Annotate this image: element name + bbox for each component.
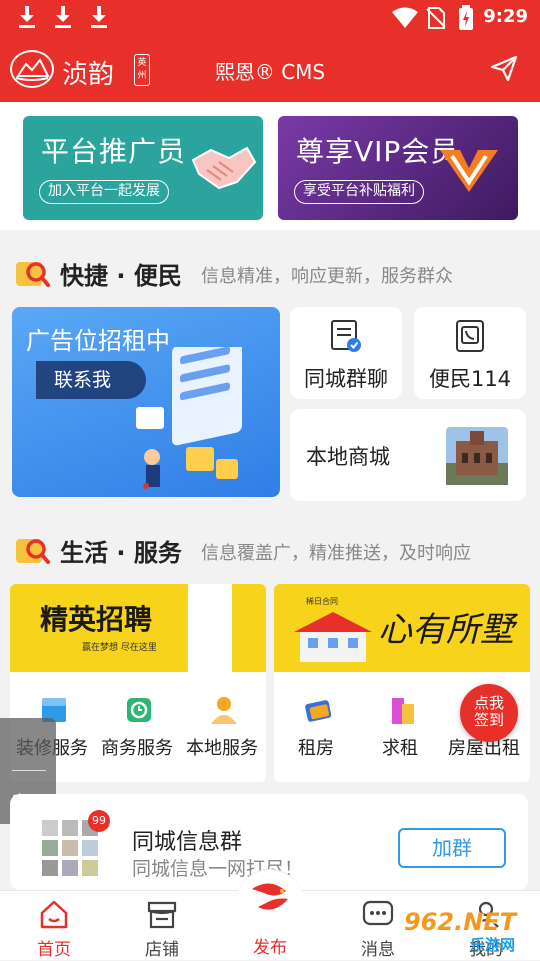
promo-banners: 平台推广员 加入平台一起发展 尊享VIP会员 享受平台补贴福利	[0, 102, 540, 230]
section-life-subtitle: 信息覆盖广，精准推送，及时响应	[201, 543, 471, 564]
user-icon	[473, 901, 499, 928]
status-time: 9:29	[483, 6, 528, 27]
checkin-button[interactable]: 点我 签到	[460, 684, 518, 742]
tab-publish[interactable]: 发布	[216, 869, 324, 961]
unread-badge: 99	[88, 810, 110, 832]
download-icon	[54, 6, 72, 28]
recruit-banner[interactable]: 精英招聘 赢在梦想 尽在这里	[10, 584, 188, 672]
villa-title: 心有所墅	[378, 610, 514, 650]
section-quick-title: 快捷 · 便民	[60, 262, 182, 290]
battery-icon	[459, 5, 473, 30]
phone-book-icon	[456, 320, 484, 352]
vip-v-icon	[440, 150, 498, 192]
download-icon	[90, 6, 108, 28]
carousel-dot	[143, 483, 149, 489]
store-icon	[147, 901, 177, 929]
service-rent[interactable]: 租房	[274, 690, 358, 762]
vip-cta[interactable]: 享受平台补贴福利	[294, 180, 424, 204]
no-sim-icon	[426, 7, 446, 29]
group-card-title: 同城信息群	[132, 830, 243, 855]
service-local[interactable]: 本地服务	[180, 690, 264, 762]
service-seek-rent[interactable]: 求租	[358, 690, 442, 762]
shop-photo	[446, 427, 508, 485]
wifi-icon	[392, 7, 418, 28]
tab-home[interactable]: 首页	[0, 891, 108, 961]
recruit-subtitle: 赢在梦想 尽在这里	[82, 643, 157, 653]
tab-messages-label: 消息	[361, 940, 395, 960]
building-icon	[392, 698, 414, 724]
tile-convenience-label: 便民114	[428, 367, 512, 391]
card-icon	[305, 700, 332, 722]
download-icon	[18, 6, 36, 28]
service-business[interactable]: 商务服务	[95, 690, 179, 762]
section-quick-subtitle: 信息精准，响应更新，服务群众	[201, 266, 453, 287]
recruit-banner-next	[232, 584, 266, 672]
vip-title: 尊享VIP会员	[296, 135, 460, 168]
service-seek-rent-label: 求租	[382, 738, 418, 759]
tile-local-mall-label: 本地商城	[306, 445, 390, 469]
clock-icon	[127, 698, 151, 722]
join-group-button[interactable]: 加群	[398, 828, 506, 868]
search-tag-icon	[16, 539, 50, 564]
page-title: 熙恩® CMS	[214, 60, 326, 84]
tile-group-chat-label: 同城群聊	[304, 367, 388, 391]
service-rent-label: 租房	[298, 738, 334, 759]
home-icon	[40, 900, 68, 929]
section-quick-header: 快捷 · 便民 信息精准，响应更新，服务群众	[0, 236, 540, 306]
send-icon[interactable]	[490, 54, 518, 82]
bottom-tab-bar: 首页 店铺 发布 消息 我的	[0, 869, 540, 961]
villa-banner[interactable]: 稀日合同 心有所墅	[274, 584, 530, 672]
ad-slot-banner[interactable]: 广告位招租中 联系我	[12, 307, 280, 497]
message-icon	[362, 900, 394, 926]
tile-group-chat[interactable]: 同城群聊	[290, 307, 402, 399]
tile-local-mall[interactable]: 本地商城	[290, 409, 526, 501]
promoter-title: 平台推广员	[41, 135, 187, 168]
status-bar: 9:29	[0, 0, 540, 36]
tab-mine-label: 我的	[469, 940, 503, 960]
tab-home-label: 首页	[37, 940, 71, 960]
tab-store-label: 店铺	[145, 940, 179, 960]
tab-messages[interactable]: 消息	[324, 891, 432, 961]
checkin-line1: 点我	[473, 694, 504, 712]
recruit-title: 精英招聘	[40, 603, 153, 636]
chat-group-icon	[331, 320, 361, 352]
section-life-header: 生活 · 服务 信息覆盖广，精准推送，及时响应	[0, 513, 540, 583]
checkin-line2: 签到	[473, 711, 504, 729]
promoter-banner[interactable]: 平台推广员 加入平台一起发展	[23, 116, 263, 220]
search-tag-icon	[16, 262, 50, 287]
tab-mine[interactable]: 我的	[432, 891, 540, 961]
vip-banner[interactable]: 尊享VIP会员 享受平台补贴福利	[278, 116, 518, 220]
tile-convenience-114[interactable]: 便民114	[414, 307, 526, 399]
app-header: 浈韵 英州 熙恩® CMS	[0, 36, 540, 102]
service-business-label: 商务服务	[101, 738, 173, 759]
tab-store[interactable]: 店铺	[108, 891, 216, 961]
house-illustration	[294, 612, 372, 662]
person-icon	[211, 697, 237, 724]
promoter-cta[interactable]: 加入平台一起发展	[39, 180, 169, 204]
villa-badge: 稀日合同	[306, 597, 338, 606]
handshake-icon	[191, 146, 257, 190]
service-local-label: 本地服务	[186, 738, 258, 759]
koi-fish-icon	[252, 883, 288, 910]
tab-publish-label: 发布	[253, 938, 287, 958]
float-divider	[12, 770, 46, 771]
section-life-title: 生活 · 服务	[60, 539, 182, 567]
ad-illustration	[136, 347, 242, 487]
